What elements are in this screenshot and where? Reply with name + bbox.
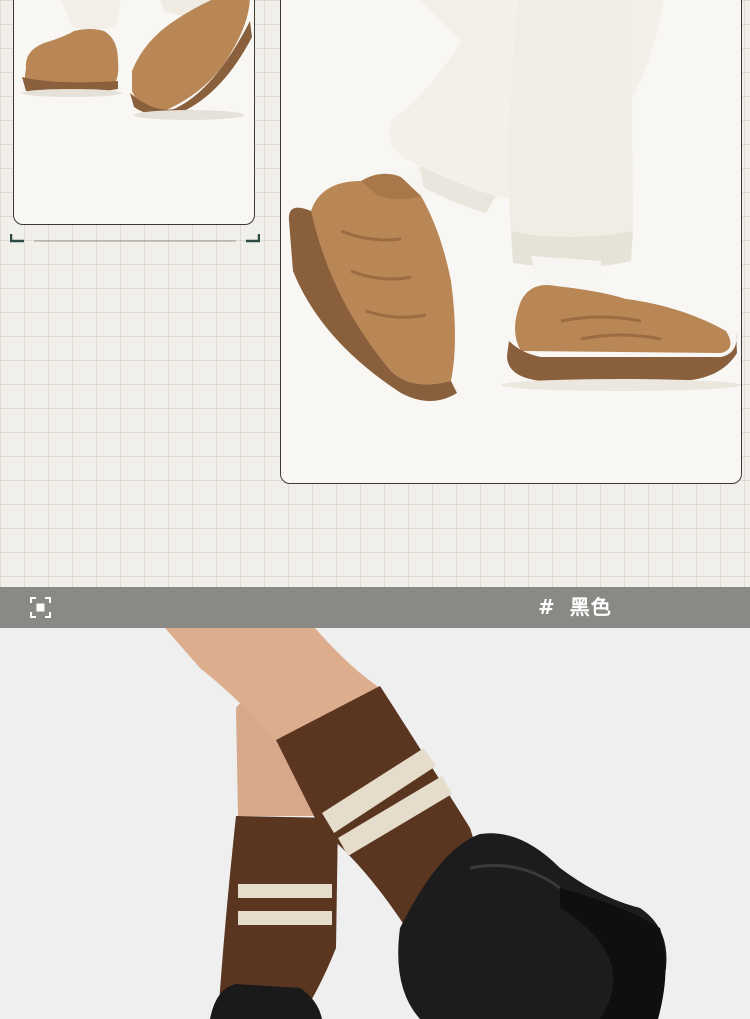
hash-symbol: # (538, 595, 556, 619)
large-product-photo (288, 0, 741, 401)
black-shoe-photo-section (0, 628, 750, 1019)
small-product-photo (22, 0, 252, 120)
black-shoe-photo (165, 628, 667, 1019)
large-product-photo-frame (280, 0, 742, 484)
small-product-photo-frame (13, 0, 255, 225)
color-name-label: # 黑色 (538, 595, 612, 619)
focus-frame-icon (30, 597, 51, 618)
frame-bracket-decoration (10, 234, 260, 243)
color-variant-bar: # 黑色 (0, 587, 750, 628)
color-name-text: 黑色 (569, 595, 612, 619)
top-grid-section (0, 0, 750, 587)
